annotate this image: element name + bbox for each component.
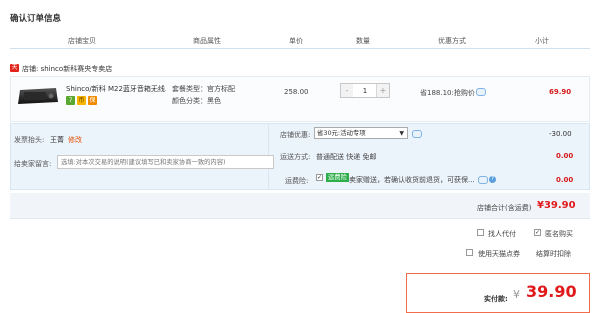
col-promotion: 优惠方式 xyxy=(438,37,466,45)
promo-help-icon[interactable] xyxy=(412,130,422,138)
insurance-checkbox[interactable]: ✓ xyxy=(316,174,323,181)
shipping-label: 运送方式: xyxy=(280,153,311,161)
quantity-input[interactable] xyxy=(353,84,377,97)
guarantee-badge-icon[interactable]: 保 xyxy=(88,96,97,105)
seller-message-label: 给卖家留言: xyxy=(14,160,52,168)
col-subtotal: 小计 xyxy=(535,37,549,45)
anonymous-label: 匿名购买 xyxy=(545,230,573,238)
col-quantity: 数量 xyxy=(356,37,370,45)
insurance-text: 卖家赠送，若确认收货前退货，可获保... xyxy=(349,176,475,184)
page-title: 确认订单信息 xyxy=(10,14,62,24)
currency-symbol: ¥ xyxy=(513,288,520,301)
shipping-cost: 0.00 xyxy=(556,152,574,160)
invoice-label: 发票抬头: xyxy=(14,136,45,144)
quantity-plus-button[interactable]: + xyxy=(376,84,389,97)
col-store-item: 店铺宝贝 xyxy=(68,37,96,45)
actual-payment-label: 实付款: xyxy=(484,295,508,303)
product-image[interactable] xyxy=(16,84,60,108)
insurance-cost: 0.00 xyxy=(556,176,574,184)
quantity-stepper: - + xyxy=(340,83,390,98)
actual-payment-value: 39.90 xyxy=(526,282,577,301)
tmall-points-checkbox[interactable] xyxy=(466,249,473,256)
store-promo-label: 店铺优惠: xyxy=(280,131,311,139)
promo-info-icon[interactable] xyxy=(476,88,486,96)
store-name[interactable]: 店铺: shinco新科赛央专卖店 xyxy=(22,64,112,74)
product-title-link[interactable]: Shinco/新科 M22蓝牙音箱无线... xyxy=(66,84,166,94)
attr-package-type: 套餐类型：官方标配 xyxy=(172,85,235,93)
col-unit-price: 单价 xyxy=(289,37,303,45)
anonymous-checkbox[interactable]: ✓ xyxy=(534,229,541,236)
proxy-pay-checkbox[interactable] xyxy=(477,229,484,236)
chevron-down-icon: ▼ xyxy=(399,130,404,137)
store-prefix: 店铺: xyxy=(22,65,39,73)
coin-badge-icon[interactable]: 币 xyxy=(77,96,86,105)
insurance-label: 运费险: xyxy=(285,177,309,185)
store-promo-amount: -30.00 xyxy=(549,130,572,138)
order-item-row xyxy=(10,76,590,122)
store-promo-selected: 省30元:活动专项 xyxy=(317,129,366,137)
shipping-method: 普通配送 快递 免邮 xyxy=(316,153,377,161)
seven-day-return-icon[interactable]: 7 xyxy=(66,96,75,105)
invoice-edit-link[interactable]: 修改 xyxy=(68,135,82,145)
header-divider xyxy=(10,48,590,49)
proxy-pay-label: 找人代付 xyxy=(488,230,516,238)
col-attributes: 商品属性 xyxy=(193,37,221,45)
unit-price: 258.00 xyxy=(284,88,309,96)
item-subtotal: 69.90 xyxy=(549,88,572,96)
item-promotion: 省188.10:抢购价 xyxy=(420,89,475,97)
attr-color: 颜色分类：黑色 xyxy=(172,97,221,105)
settle-later-label: 结算时扣除 xyxy=(536,250,571,258)
tmall-points-label: 使用天猫点券 xyxy=(478,250,520,258)
seller-message-input[interactable] xyxy=(57,155,274,169)
store-promo-select[interactable]: 省30元:活动专项 ▼ xyxy=(314,127,408,139)
store-total-value: ¥39.90 xyxy=(537,200,576,211)
question-icon[interactable]: ? xyxy=(489,176,496,183)
store-total-label: 店铺合计(含运费) xyxy=(477,204,532,212)
invoice-value: 王菁 xyxy=(50,136,64,144)
tmall-store-icon: 天 xyxy=(10,64,19,72)
insurance-info-icon[interactable] xyxy=(478,176,488,184)
store-name-text[interactable]: shinco新科赛央专卖店 xyxy=(41,65,113,73)
insurance-tag: 运费险 xyxy=(326,173,349,182)
